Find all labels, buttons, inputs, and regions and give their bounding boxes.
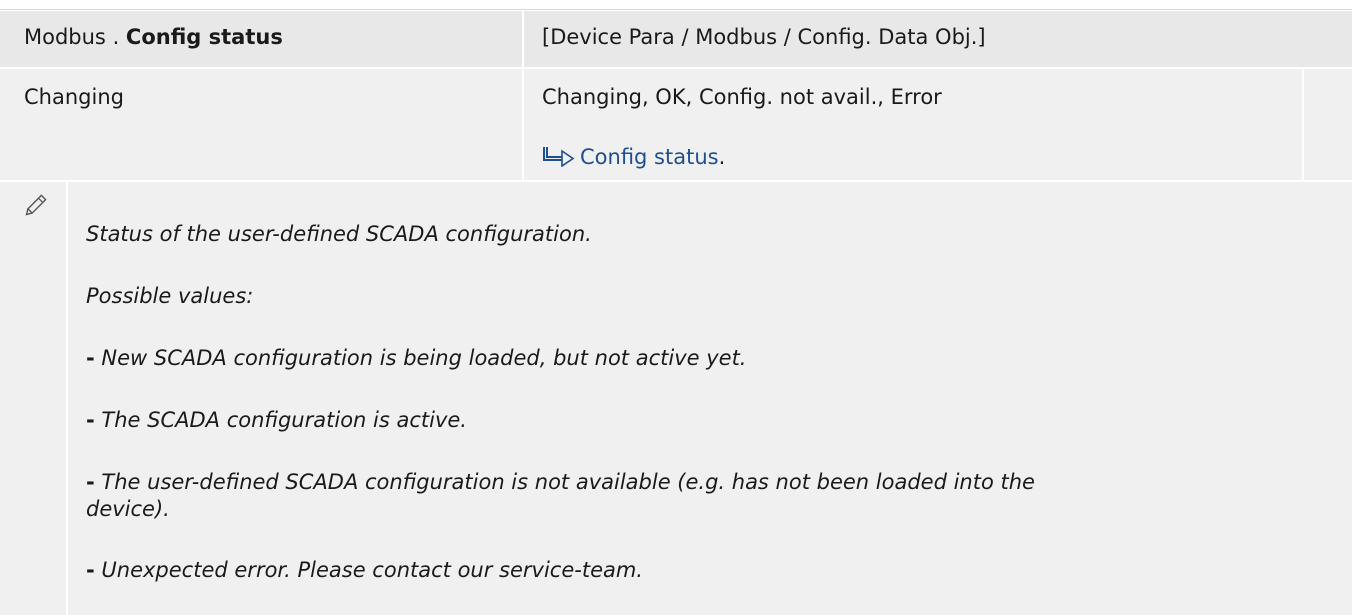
description-item: - The SCADA configuration is active. <box>86 408 467 432</box>
description-summary: Status of the user-defined SCADA configu… <box>86 222 592 246</box>
description-item: - Unexpected error. Please contact our s… <box>86 558 643 582</box>
header-row: Modbus . Config status [Device Para / Mo… <box>0 11 1352 67</box>
reference-suffix: . <box>718 145 726 169</box>
header-column-divider <box>522 11 524 67</box>
reference: Config status. <box>542 144 725 170</box>
description-values-heading: Possible values: <box>86 284 254 308</box>
module-name: Modbus <box>24 25 106 49</box>
parameter-name: Config status <box>125 25 283 49</box>
pencil-icon <box>25 194 47 216</box>
default-value: Changing <box>24 85 124 109</box>
config-status-link[interactable]: Config status <box>580 145 719 169</box>
parameter-title: Modbus . Config status <box>24 24 283 50</box>
description-item: - New SCADA configuration is being loade… <box>86 346 747 370</box>
value-end-divider <box>1302 69 1304 180</box>
title-separator: . <box>105 25 126 49</box>
menu-path: [Device Para / Modbus / Config. Data Obj… <box>542 25 986 49</box>
value-options: Changing, OK, Config. not avail., Error <box>542 85 942 109</box>
description-icon-divider <box>66 182 68 615</box>
description-item-continuation: device). <box>86 497 170 521</box>
value-row: Changing Changing, OK, Config. not avail… <box>0 69 1352 180</box>
description-item: - The user-defined SCADA configuration i… <box>86 470 1035 494</box>
value-column-divider <box>522 69 524 180</box>
reference-arrow-icon <box>543 147 575 167</box>
top-divider <box>0 9 1352 10</box>
